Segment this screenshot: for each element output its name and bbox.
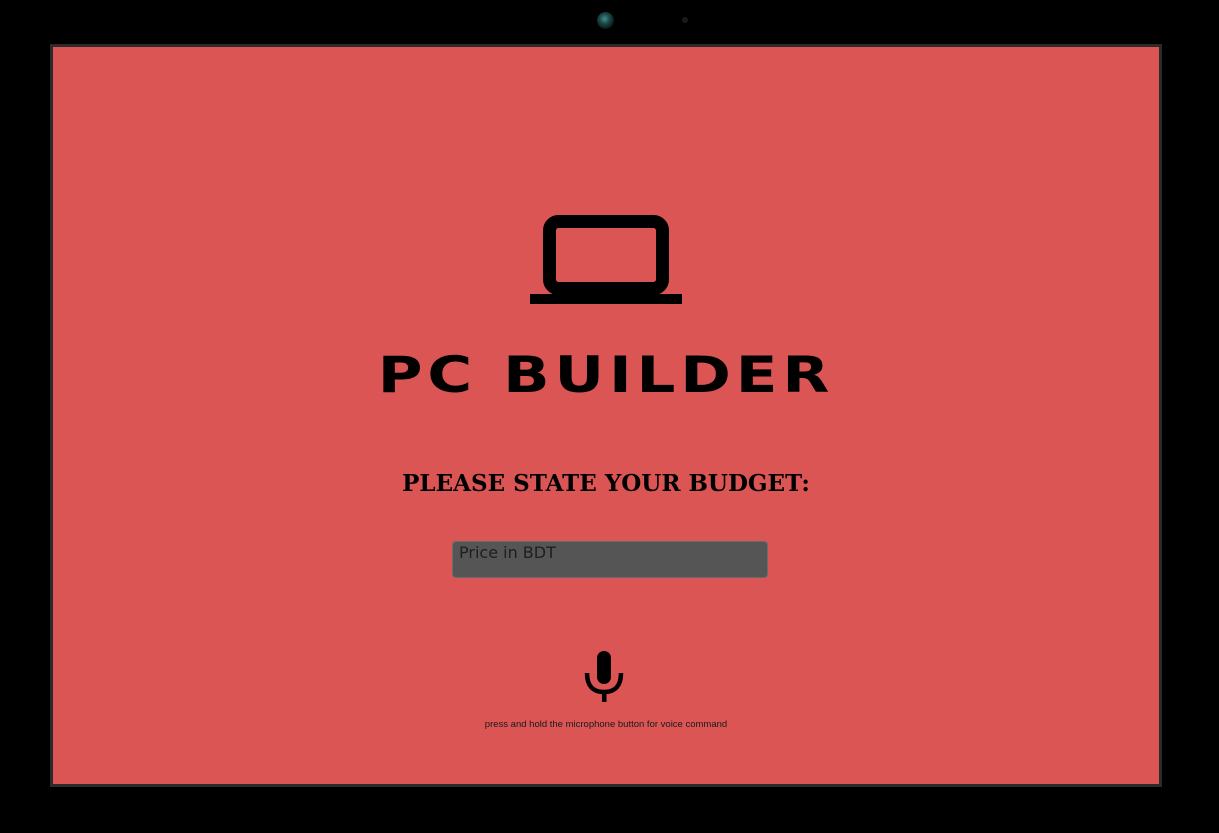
microphone-icon[interactable]: [584, 651, 624, 703]
voice-command-hint: press and hold the microphone button for…: [484, 719, 728, 730]
laptop-icon: [530, 215, 682, 304]
front-camera-icon: [597, 12, 614, 29]
sensor-dot-icon: [682, 17, 688, 23]
app-title: PC BUILDER: [377, 346, 835, 404]
tablet-device-frame: PC BUILDER PLEASE STATE YOUR BUDGET: pre…: [0, 0, 1219, 833]
budget-prompt-heading: PLEASE STATE YOUR BUDGET:: [402, 470, 810, 497]
app-screen: PC BUILDER PLEASE STATE YOUR BUDGET: pre…: [50, 44, 1162, 787]
price-input[interactable]: [452, 541, 768, 578]
